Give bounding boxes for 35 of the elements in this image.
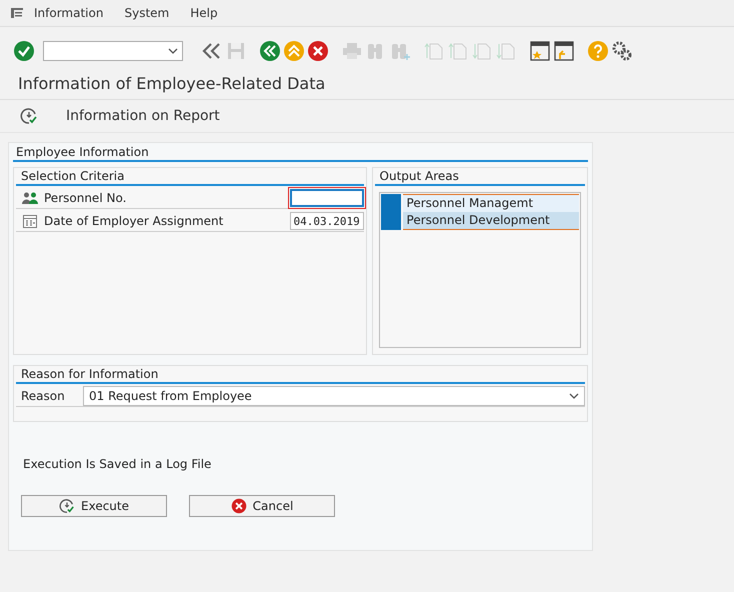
- execute-icon: [20, 107, 38, 125]
- caret-icon: [168, 48, 178, 54]
- window-title: Information of Employee-Related Data: [0, 68, 734, 100]
- menu-icon[interactable]: [10, 7, 24, 19]
- input-field[interactable]: 04.03.2019: [290, 212, 364, 230]
- execute-button[interactable]: Execute: [21, 495, 167, 517]
- calendar-icon: [22, 213, 38, 229]
- group-title: Employee Information: [13, 144, 588, 162]
- report-info-button[interactable]: Information on Report: [18, 105, 222, 127]
- list-item[interactable]: Personnel Managemt: [402, 194, 579, 212]
- section-title: Selection Criteria: [16, 168, 364, 186]
- back-icon[interactable]: [259, 40, 281, 62]
- section-title: Output Areas: [374, 168, 585, 186]
- log-note: Execution Is Saved in a Log File: [23, 457, 212, 471]
- caret-icon: [569, 393, 579, 399]
- field-label: Date of Employer Assignment: [44, 214, 224, 228]
- reason-dropdown[interactable]: 01 Request from Employee: [83, 386, 585, 406]
- field-label: Personnel No.: [44, 191, 128, 205]
- section-title: Reason for Information: [16, 366, 585, 384]
- menu-item[interactable]: Information: [34, 6, 104, 20]
- menu-item[interactable]: Help: [190, 6, 218, 20]
- settings-icon[interactable]: [611, 40, 633, 62]
- menu-item[interactable]: System: [124, 6, 170, 20]
- list-item[interactable]: Personnel Development: [402, 212, 579, 230]
- cancel-icon: [230, 498, 247, 514]
- row-selector[interactable]: [380, 212, 401, 230]
- field-label: Reason: [21, 389, 66, 403]
- people-icon: [22, 191, 38, 205]
- command-field[interactable]: [43, 41, 183, 61]
- row-selector[interactable]: [380, 194, 401, 212]
- input-field[interactable]: [290, 189, 364, 207]
- cancel-icon[interactable]: [307, 40, 329, 62]
- execute-icon: [59, 498, 75, 514]
- check-icon[interactable]: [13, 40, 35, 62]
- cancel-button[interactable]: Cancel: [189, 495, 335, 517]
